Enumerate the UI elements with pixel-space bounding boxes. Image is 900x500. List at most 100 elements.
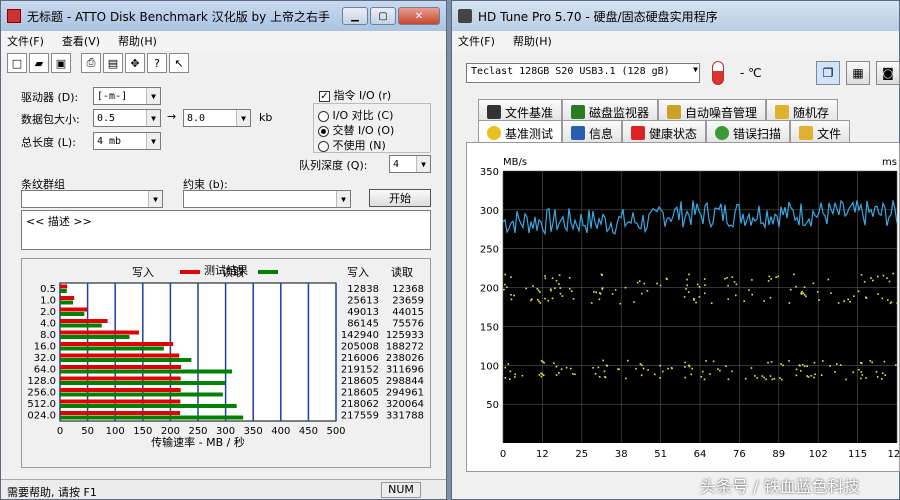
write-value: 12838	[347, 284, 379, 295]
access-time-point	[836, 363, 838, 365]
access-time-point	[703, 278, 706, 280]
tab-error-scan[interactable]: 错误扫描	[706, 120, 791, 142]
menu-file[interactable]: 文件(F)	[458, 33, 495, 49]
access-time-point	[619, 302, 622, 305]
access-time-point	[801, 290, 803, 293]
access-time-point	[830, 292, 832, 294]
y-tick-label: 100	[480, 361, 499, 372]
print-preview-icon[interactable]: ▤	[103, 53, 123, 73]
read-value: 23659	[392, 296, 424, 307]
tab-folder[interactable]: 文件	[790, 120, 851, 142]
size-from-select[interactable]: 0.5 ▼	[93, 109, 161, 127]
start-button[interactable]: 开始	[369, 189, 431, 207]
access-time-point	[768, 275, 771, 278]
control-select[interactable]: ▼	[183, 190, 351, 208]
write-bar	[60, 284, 68, 289]
access-time-point	[542, 374, 545, 377]
io-compare-option[interactable]: I/O 对比 (C)	[318, 107, 393, 123]
length-value: 4 mb	[97, 135, 122, 147]
description-text: << 描述 >>	[26, 215, 92, 228]
force-write-option[interactable]: ✓ 指令 I/O (r)	[319, 87, 391, 103]
overlapped-label: 交替 I/O (O)	[332, 124, 395, 137]
maximize-button[interactable]: ▢	[370, 7, 396, 25]
tab-health[interactable]: 健康状态	[622, 120, 707, 142]
drive-select[interactable]: [-m-] ▼	[93, 87, 161, 105]
access-time-point	[696, 283, 699, 286]
menu-view[interactable]: 查看(V)	[62, 33, 100, 49]
y-tick-label: 300	[480, 206, 499, 217]
access-time-point	[544, 275, 546, 277]
watermark: 头条号 / 铁血蓝色科技	[700, 477, 860, 496]
access-time-point	[800, 370, 802, 372]
access-time-point	[558, 283, 560, 285]
save-icon[interactable]: ▣	[51, 53, 71, 73]
access-time-point	[633, 301, 635, 303]
new-file-icon[interactable]: □	[7, 53, 27, 73]
access-time-point	[555, 374, 558, 376]
tab-disk-monitor[interactable]: 磁盘监视器	[562, 99, 659, 121]
access-time-point	[883, 360, 886, 363]
minimize-button[interactable]: ▁	[342, 7, 368, 25]
context-help-icon[interactable]: ↖	[169, 53, 189, 73]
access-time-point	[572, 373, 574, 375]
menu-help[interactable]: 帮助(H)	[118, 33, 157, 49]
access-time-point	[561, 295, 564, 297]
access-time-point	[813, 361, 816, 364]
access-time-point	[705, 360, 707, 362]
access-time-point	[876, 376, 879, 378]
access-time-point	[881, 372, 884, 374]
stripe-select[interactable]: ▼	[21, 190, 163, 208]
access-time-point	[625, 377, 627, 380]
access-time-point	[782, 364, 784, 367]
read-value: 238026	[386, 353, 424, 364]
access-time-point	[547, 299, 549, 302]
tab-file-benchmark[interactable]: 文件基准	[478, 99, 563, 121]
help-icon[interactable]: ?	[147, 53, 167, 73]
tab-label: 文件	[817, 126, 842, 141]
access-time-point	[536, 288, 539, 290]
category-label: 8.0	[40, 330, 56, 341]
tab-info[interactable]: 信息	[562, 120, 623, 142]
x-tick-label: 12	[536, 449, 549, 460]
radio-button[interactable]	[318, 140, 329, 152]
radio-button-selected[interactable]	[318, 125, 329, 137]
access-time-point	[806, 365, 808, 367]
write-value: 25613	[347, 296, 379, 307]
description-box[interactable]: << 描述 >>	[21, 210, 431, 250]
print-icon[interactable]: ⎙	[81, 53, 101, 73]
checkbox-checked[interactable]: ✓	[319, 90, 330, 102]
access-time-point	[532, 285, 534, 287]
neither-label: 不使用 (N)	[332, 139, 386, 152]
save-results-icon[interactable]: ▦	[846, 61, 870, 85]
copy-icon[interactable]: ❐	[816, 61, 840, 85]
neither-option[interactable]: 不使用 (N)	[318, 137, 386, 153]
access-time-point	[803, 286, 806, 288]
access-time-point	[504, 366, 507, 369]
open-folder-icon[interactable]: ▰	[29, 53, 49, 73]
access-time-point	[814, 373, 816, 376]
write-value: 218605	[341, 376, 379, 387]
chevron-down-icon: ▼	[146, 133, 160, 149]
queue-select[interactable]: 4 ▼	[389, 155, 431, 173]
overlapped-option[interactable]: 交替 I/O (O)	[318, 122, 394, 138]
close-button[interactable]: ✕	[398, 7, 440, 25]
radio-button[interactable]	[318, 110, 329, 122]
tab-random-access[interactable]: 随机存	[766, 99, 839, 121]
tab-aam[interactable]: 自动噪音管理	[658, 99, 767, 121]
category-label: 1.0	[40, 296, 56, 307]
drive-select[interactable]: Teclast 128GB S20 USB3.1 (128 gB) ▼	[466, 63, 700, 83]
access-time-point	[769, 296, 772, 299]
length-select[interactable]: 4 mb ▼	[93, 132, 161, 150]
access-time-point	[779, 377, 781, 379]
disk-monitor-icon	[571, 105, 586, 119]
access-time-point	[510, 294, 512, 296]
access-time-point	[521, 374, 524, 377]
camera-icon[interactable]: ◙	[876, 61, 900, 85]
access-time-point	[781, 378, 783, 381]
move-icon[interactable]: ✥	[125, 53, 145, 73]
tab-benchmark[interactable]: 基准测试	[478, 120, 563, 142]
size-to-select[interactable]: 8.0 ▼	[183, 109, 251, 127]
menu-file[interactable]: 文件(F)	[7, 33, 44, 49]
menu-help[interactable]: 帮助(H)	[513, 33, 552, 49]
num-indicator: NUM	[381, 482, 421, 498]
